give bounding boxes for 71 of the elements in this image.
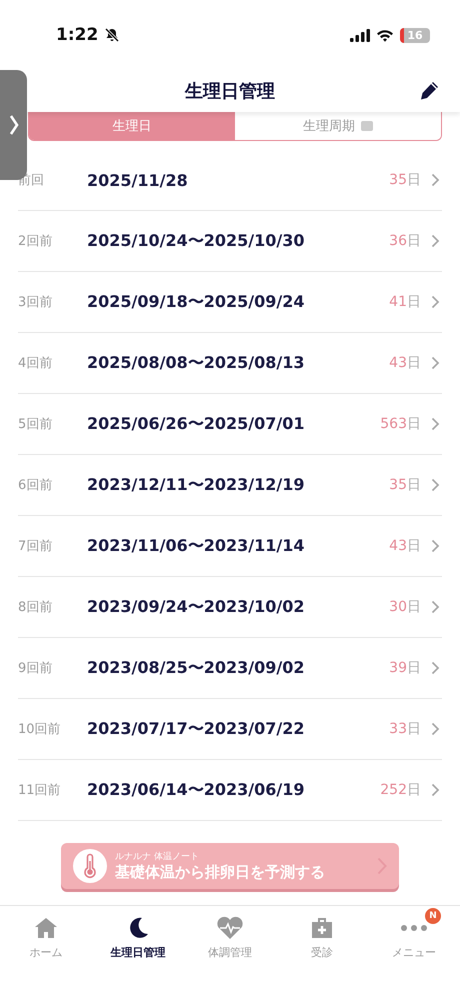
- cycle-days: 43: [389, 538, 407, 554]
- house-icon: [34, 916, 58, 940]
- period-label: 4回前: [18, 355, 54, 372]
- chevron-right-icon[interactable]: [431, 173, 440, 187]
- period-label: 10回前: [18, 721, 62, 738]
- period-dates[interactable]: 2023/11/06〜2023/11/14: [87, 536, 304, 556]
- status-time: 1:22: [56, 25, 98, 45]
- period-label: 8回前: [18, 599, 54, 616]
- pencil-icon[interactable]: [418, 80, 440, 102]
- period-dates[interactable]: 2023/09/24〜2023/10/02: [87, 596, 304, 618]
- cycle-days: 36: [389, 233, 407, 249]
- days-unit: 日: [407, 537, 421, 555]
- days-unit: 日: [407, 232, 421, 250]
- notification-badge: N: [425, 908, 441, 924]
- period-dates[interactable]: 2023/06/14〜2023/06/19: [87, 780, 304, 800]
- signal-icon: [350, 28, 370, 42]
- period-label: 7回前: [18, 538, 54, 555]
- heart-pulse-icon: [216, 916, 244, 940]
- period-label: 3回前: [18, 294, 54, 311]
- period-label: 6回前: [18, 477, 54, 494]
- period-dates[interactable]: 2025/08/08〜2025/08/13: [87, 352, 304, 374]
- days-unit: 日: [407, 415, 421, 433]
- battery-icon: 16: [400, 28, 430, 42]
- period-label: 9回前: [18, 660, 54, 677]
- days-unit: 日: [407, 781, 421, 799]
- period-label: 2回前: [18, 233, 54, 250]
- cycle-days: 41: [389, 294, 407, 310]
- days-unit: 日: [407, 293, 421, 311]
- days-unit: 日: [407, 171, 421, 189]
- cycle-days: 35: [389, 172, 407, 188]
- cycle-days: 563: [380, 416, 407, 432]
- period-label: 11回前: [18, 782, 62, 799]
- period-dates[interactable]: 2023/08/25〜2023/09/02: [87, 658, 304, 678]
- chevron-right-icon: [8, 114, 18, 136]
- banner-subtitle: ルナルナ 体温ノート: [115, 850, 200, 863]
- more-icon: [401, 925, 427, 931]
- period-dates[interactable]: 2023/07/17〜2023/07/22: [87, 718, 304, 740]
- chevron-right-icon[interactable]: [431, 478, 440, 492]
- banner-title: 基礎体温から排卵日を予測する: [115, 863, 326, 882]
- cycle-days: 35: [389, 477, 407, 493]
- chevron-right-icon[interactable]: [431, 722, 440, 736]
- cycle-days: 43: [389, 355, 407, 371]
- cycle-days: 33: [389, 721, 407, 737]
- cycle-days: 39: [389, 660, 407, 676]
- chevron-right-icon[interactable]: [431, 356, 440, 370]
- period-dates[interactable]: 2025/06/26〜2025/07/01: [87, 414, 304, 434]
- wifi-icon: [376, 28, 394, 42]
- muted-bell-icon: [104, 27, 120, 43]
- days-unit: 日: [407, 476, 421, 494]
- chevron-right-icon[interactable]: [431, 539, 440, 553]
- medical-kit-icon: [310, 916, 334, 940]
- chevron-right-icon[interactable]: [431, 783, 440, 797]
- period-dates[interactable]: 2025/11/28: [87, 170, 188, 190]
- page-title: 生理日管理: [185, 80, 275, 103]
- days-unit: 日: [407, 354, 421, 372]
- days-unit: 日: [407, 659, 421, 677]
- tab-bar-item[interactable]: 生理日管理: [92, 906, 184, 960]
- period-dates[interactable]: 2023/12/11〜2023/12/19: [87, 474, 304, 496]
- chevron-right-icon[interactable]: [431, 234, 440, 248]
- chevron-right-icon[interactable]: [431, 417, 440, 431]
- period-label: 5回前: [18, 416, 54, 433]
- chevron-right-icon[interactable]: [431, 295, 440, 309]
- period-dates[interactable]: 2025/09/18〜2025/09/24: [87, 292, 304, 312]
- cycle-days: 30: [389, 599, 407, 615]
- period-dates[interactable]: 2025/10/24〜2025/10/30: [87, 230, 304, 252]
- thermometer-icon: [73, 849, 107, 883]
- days-unit: 日: [407, 598, 421, 616]
- days-unit: 日: [407, 720, 421, 738]
- chevron-right-icon[interactable]: [431, 661, 440, 675]
- cycle-days: 252: [380, 782, 407, 798]
- chevron-right-icon[interactable]: [431, 600, 440, 614]
